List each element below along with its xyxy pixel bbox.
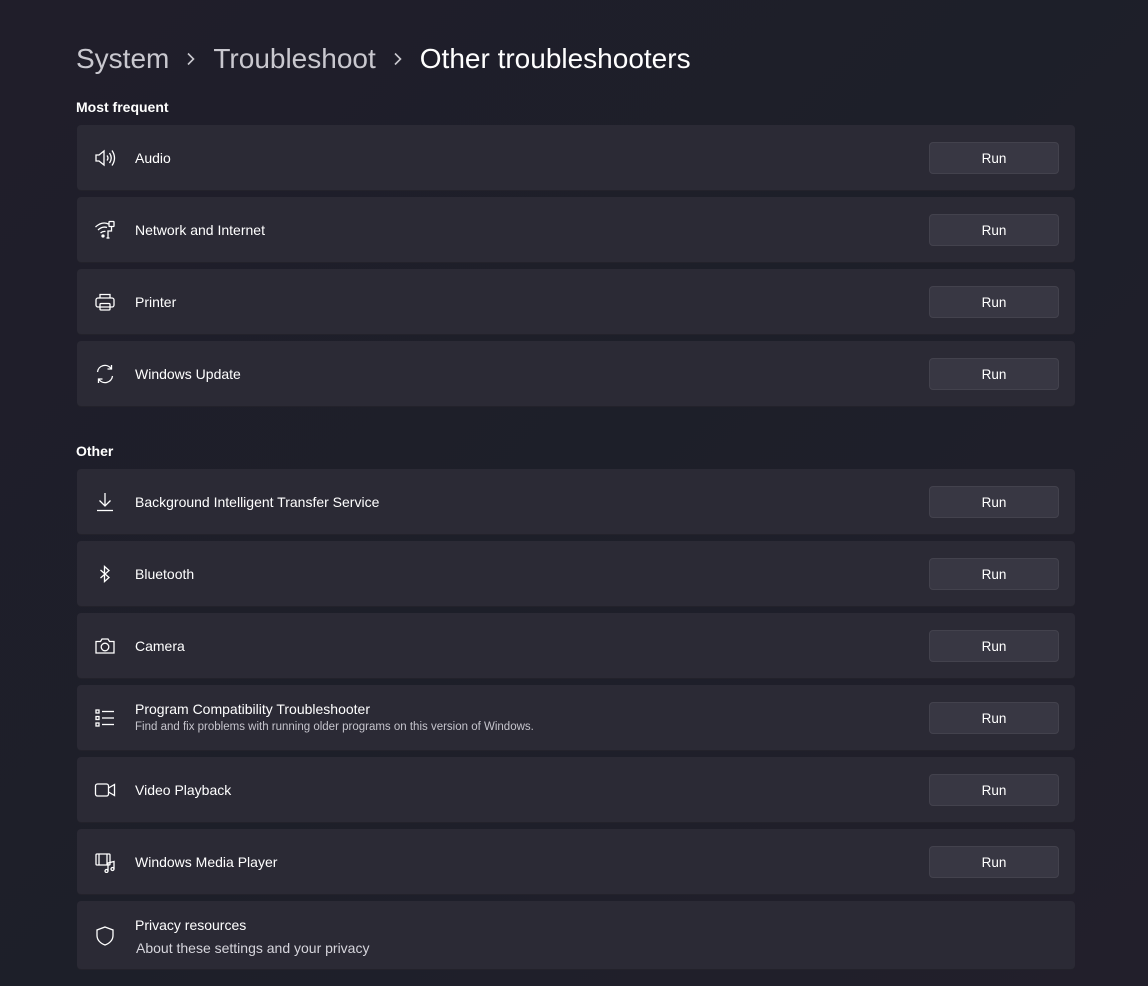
troubleshooter-network: Network and Internet Run <box>77 197 1075 263</box>
run-windows-update-button[interactable]: Run <box>929 358 1059 390</box>
breadcrumb-system[interactable]: System <box>76 38 169 80</box>
troubleshooter-label: Video Playback <box>135 782 232 798</box>
chevron-right-icon <box>376 38 420 80</box>
privacy-link[interactable]: About these settings and your privacy <box>136 940 369 956</box>
troubleshooter-video-playback: Video Playback Run <box>77 757 1075 823</box>
troubleshooter-media-player: Windows Media Player Run <box>77 829 1075 895</box>
run-audio-button[interactable]: Run <box>929 142 1059 174</box>
run-printer-button[interactable]: Run <box>929 286 1059 318</box>
section-title-most-frequent: Most frequent <box>76 99 169 115</box>
list-icon <box>93 706 117 730</box>
troubleshooter-label: Windows Update <box>135 366 241 382</box>
shield-icon <box>93 924 117 948</box>
troubleshooter-bits: Background Intelligent Transfer Service … <box>77 469 1075 535</box>
troubleshooter-printer: Printer Run <box>77 269 1075 335</box>
run-bits-button[interactable]: Run <box>929 486 1059 518</box>
troubleshooter-program-compatibility: Program Compatibility Troubleshooter Fin… <box>77 685 1075 751</box>
troubleshooter-windows-update: Windows Update Run <box>77 341 1075 407</box>
media-player-icon <box>93 850 117 874</box>
printer-icon <box>93 290 117 314</box>
run-media-player-button[interactable]: Run <box>929 846 1059 878</box>
chevron-right-icon <box>169 38 213 80</box>
troubleshooter-audio: Audio Run <box>77 125 1075 191</box>
privacy-title: Privacy resources <box>135 917 247 933</box>
troubleshooter-camera: Camera Run <box>77 613 1075 679</box>
troubleshooter-bluetooth: Bluetooth Run <box>77 541 1075 607</box>
camera-icon <box>93 634 117 658</box>
troubleshooter-label: Printer <box>135 294 177 310</box>
run-video-playback-button[interactable]: Run <box>929 774 1059 806</box>
troubleshooter-label: Windows Media Player <box>135 854 278 870</box>
troubleshooter-description: Find and fix problems with running older… <box>135 721 534 733</box>
run-camera-button[interactable]: Run <box>929 630 1059 662</box>
breadcrumb: System Troubleshoot Other troubleshooter… <box>76 38 691 80</box>
video-camera-icon <box>93 778 117 802</box>
troubleshooter-label: Bluetooth <box>135 566 195 582</box>
download-icon <box>93 490 117 514</box>
sync-icon <box>93 362 117 386</box>
network-wifi-icon <box>93 218 117 242</box>
breadcrumb-troubleshoot[interactable]: Troubleshoot <box>213 38 375 80</box>
troubleshooter-label: Audio <box>135 150 171 166</box>
section-title-other: Other <box>76 443 114 459</box>
privacy-resources: Privacy resources About these settings a… <box>77 901 1075 970</box>
troubleshooter-label: Background Intelligent Transfer Service <box>135 494 380 510</box>
run-bluetooth-button[interactable]: Run <box>929 558 1059 590</box>
speaker-icon <box>93 146 117 170</box>
troubleshooter-label: Network and Internet <box>135 222 265 238</box>
bluetooth-icon <box>93 562 117 586</box>
troubleshooter-label: Program Compatibility Troubleshooter <box>135 701 370 717</box>
page-title: Other troubleshooters <box>419 43 691 74</box>
run-network-button[interactable]: Run <box>929 214 1059 246</box>
troubleshooter-label: Camera <box>135 638 185 654</box>
run-program-compatibility-button[interactable]: Run <box>929 702 1059 734</box>
